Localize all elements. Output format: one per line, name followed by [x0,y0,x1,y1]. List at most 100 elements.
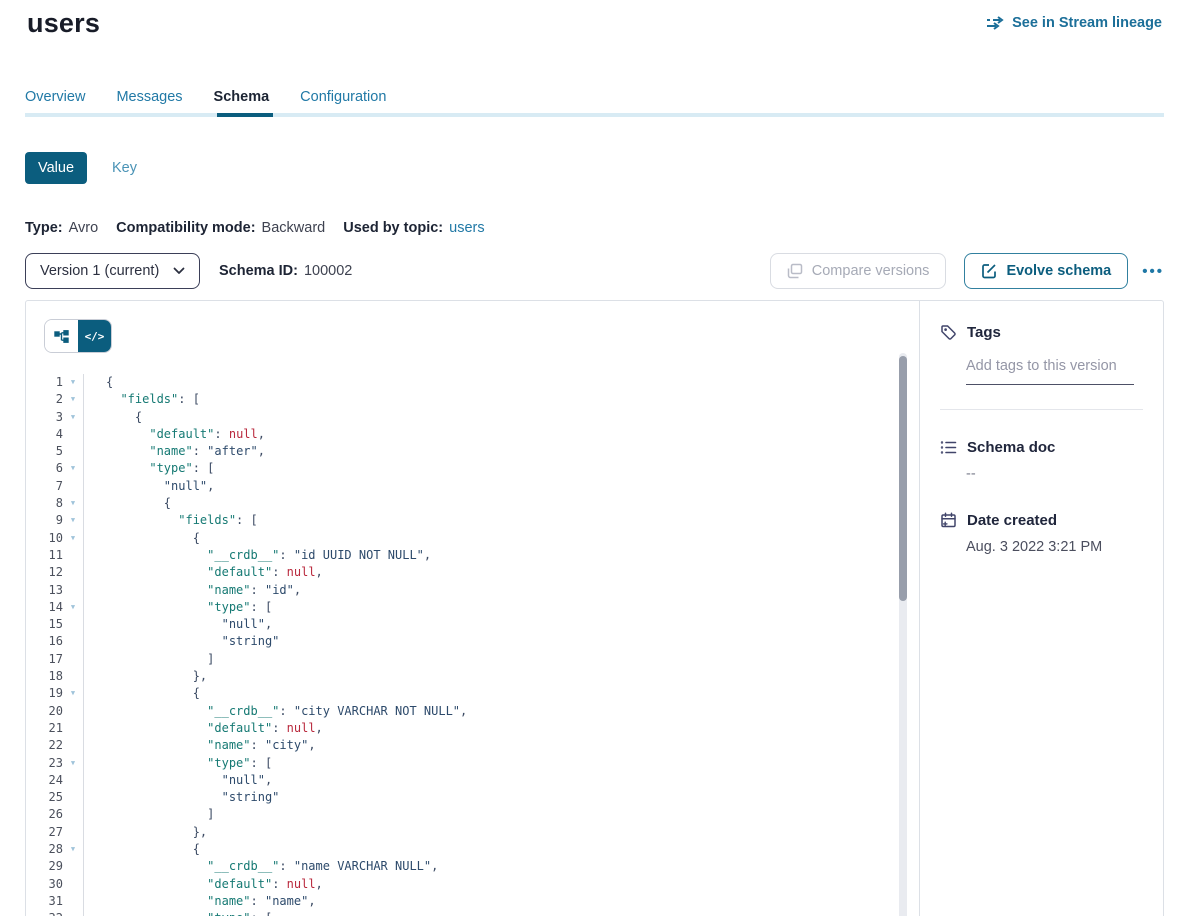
meta-value-link[interactable]: users [449,220,484,236]
line-number: 2 [26,391,63,408]
tree-view-icon [54,330,69,343]
line-number: 13 [26,582,63,599]
fold-spacer [63,651,83,668]
code-text: "fields": [ [83,391,919,408]
meta-value: Avro [69,220,99,236]
fold-toggle-icon[interactable]: ▼ [63,409,83,426]
tab-underline [25,113,1164,117]
code-line: 3▼ { [26,409,919,426]
code-view-button[interactable]: </> [78,320,111,352]
schema-id-value: 100002 [304,263,352,279]
code-text: ] [83,806,919,823]
meta-item: Type: Avro [25,220,98,236]
line-number: 31 [26,893,63,910]
code-line: 4 "default": null, [26,426,919,443]
fold-toggle-icon[interactable]: ▼ [63,599,83,616]
key-tab-link[interactable]: Key [112,160,137,176]
version-select-value: Version 1 (current) [40,263,159,279]
code-line: 27 }, [26,824,919,841]
fold-toggle-icon[interactable]: ▼ [63,685,83,702]
meta-label: Type: [25,220,63,236]
tab-bar: Overview Messages Schema Configuration [25,89,386,105]
schema-detail-panel: </> 1▼{2▼ "fields": [3▼ {4 "default": nu… [25,300,1164,916]
fold-toggle-icon[interactable]: ▼ [63,460,83,477]
tags-heading-row: Tags [940,324,1143,341]
code-text: "__crdb__": "id UUID NOT NULL", [83,547,919,564]
fold-spacer [63,824,83,841]
fold-toggle-icon[interactable]: ▼ [63,512,83,529]
line-number: 7 [26,478,63,495]
date-created-heading: Date created [967,512,1057,529]
code-text: "default": null, [83,720,919,737]
meta-item: Compatibility mode:Backward [116,220,325,236]
fold-toggle-icon[interactable]: ▼ [63,841,83,858]
see-in-stream-lineage-link[interactable]: See in Stream lineage [986,15,1162,31]
compare-versions-button[interactable]: Compare versions [770,253,947,289]
editor-scrollbar-thumb[interactable] [899,356,907,601]
fold-spacer [63,720,83,737]
value-tab-button[interactable]: Value [25,152,87,184]
tab-overview[interactable]: Overview [25,89,85,105]
code-line: 21 "default": null, [26,720,919,737]
code-line: 13 "name": "id", [26,582,919,599]
schema-doc-heading: Schema doc [967,439,1055,456]
fold-toggle-icon[interactable]: ▼ [63,530,83,547]
meta-item: Used by topic: users [343,220,484,236]
code-text: "null", [83,772,919,789]
code-text: "type": [ [83,460,919,477]
more-options-button[interactable]: ••• [1142,263,1164,280]
value-key-toggle: Value Key [25,152,137,184]
schema-doc-heading-row: Schema doc [940,439,1143,456]
line-number: 11 [26,547,63,564]
fold-spacer [63,443,83,460]
code-text: "null", [83,616,919,633]
schema-doc-value: -- [966,466,1143,482]
code-line: 20 "__crdb__": "city VARCHAR NOT NULL", [26,703,919,720]
code-text: "name": "city", [83,737,919,754]
code-line: 19▼ { [26,685,919,702]
code-text: "name": "after", [83,443,919,460]
code-text: "__crdb__": "name VARCHAR NULL", [83,858,919,875]
fold-spacer [63,547,83,564]
code-line: 23▼ "type": [ [26,755,919,772]
tags-heading: Tags [967,324,1001,341]
evolve-schema-icon [981,263,997,279]
fold-toggle-icon[interactable]: ▼ [63,910,83,916]
stream-lineage-icon [986,16,1005,30]
meta-value: Backward [262,220,326,236]
code-text: }, [83,668,919,685]
code-text: "type": [ [83,755,919,772]
fold-toggle-icon[interactable]: ▼ [63,374,83,391]
line-number: 22 [26,737,63,754]
code-line: 17 ] [26,651,919,668]
meta-label: Used by topic: [343,220,443,236]
code-line: 28▼ { [26,841,919,858]
date-created-value: Aug. 3 2022 3:21 PM [966,539,1143,555]
code-text: "default": null, [83,876,919,893]
tree-view-button[interactable] [45,320,78,352]
code-text: "name": "id", [83,582,919,599]
add-tags-input[interactable] [966,358,1134,385]
schema-controls-row: Version 1 (current) Schema ID: 100002 Co… [25,253,1164,289]
code-line: 18 }, [26,668,919,685]
fold-toggle-icon[interactable]: ▼ [63,495,83,512]
line-number: 24 [26,772,63,789]
compare-versions-label: Compare versions [812,263,930,279]
tab-schema[interactable]: Schema [214,89,270,105]
tab-configuration[interactable]: Configuration [300,89,386,105]
compare-versions-icon [787,263,803,279]
fold-toggle-icon[interactable]: ▼ [63,755,83,772]
tab-messages[interactable]: Messages [116,89,182,105]
line-number: 12 [26,564,63,581]
line-number: 9 [26,512,63,529]
fold-toggle-icon[interactable]: ▼ [63,391,83,408]
code-text: "type": [ [83,910,919,916]
version-select[interactable]: Version 1 (current) [25,253,200,289]
code-text: "default": null, [83,426,919,443]
editor-scrollbar-track[interactable] [899,353,907,916]
line-number: 29 [26,858,63,875]
sidebar-divider [940,409,1143,410]
fold-spacer [63,564,83,581]
evolve-schema-button[interactable]: Evolve schema [964,253,1128,289]
code-line: 1▼{ [26,374,919,391]
